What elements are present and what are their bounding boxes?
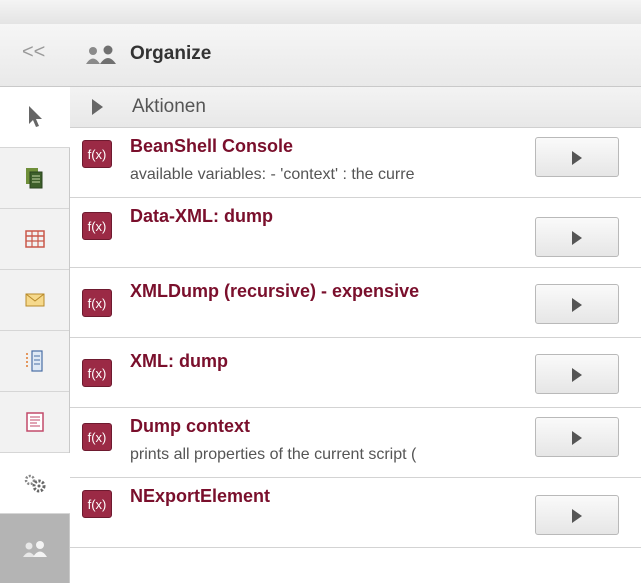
play-icon xyxy=(572,231,582,245)
expand-arrow-icon xyxy=(92,99,103,115)
documents-icon xyxy=(25,168,42,189)
run-action-button[interactable] xyxy=(535,354,619,394)
sidebar-tab-table[interactable] xyxy=(0,209,69,270)
play-icon xyxy=(572,151,582,165)
action-row: f(x) BeanShell Console available variabl… xyxy=(70,128,641,198)
sidebar-tab-form[interactable] xyxy=(0,331,69,392)
organize-icon xyxy=(86,45,116,64)
actions-section-header[interactable]: Aktionen xyxy=(70,87,641,128)
sidebar-tab-report[interactable] xyxy=(0,392,69,453)
run-action-button[interactable] xyxy=(535,417,619,457)
collapse-button[interactable]: << xyxy=(22,41,45,64)
panel-title: Organize xyxy=(130,43,212,64)
report-icon xyxy=(25,412,44,432)
action-title: BeanShell Console xyxy=(130,136,294,156)
run-action-button[interactable] xyxy=(535,495,619,535)
function-icon: f(x) xyxy=(82,140,112,168)
action-row: f(x) XMLDump (recursive) - expensive xyxy=(70,268,641,338)
play-icon xyxy=(572,509,582,523)
sidebar-tab-documents[interactable] xyxy=(0,148,69,209)
action-row: f(x) Dump context prints all properties … xyxy=(70,408,641,478)
run-action-button[interactable] xyxy=(535,284,619,324)
actions-panel: Aktionen f(x) BeanShell Console availabl… xyxy=(70,87,641,583)
action-title: NExportElement xyxy=(130,486,271,506)
play-icon xyxy=(572,368,582,382)
action-title: Data-XML: dump xyxy=(130,206,273,226)
run-action-button[interactable] xyxy=(535,217,619,257)
top-bar xyxy=(0,0,641,25)
action-title: XML: dump xyxy=(130,351,228,371)
action-title: Dump context xyxy=(130,416,251,436)
cursor-icon xyxy=(29,106,42,127)
form-icon xyxy=(25,350,43,372)
panel-header: << Organize xyxy=(0,24,641,87)
sidebar-tab-select[interactable] xyxy=(0,87,70,148)
function-icon: f(x) xyxy=(82,289,112,317)
gears-icon xyxy=(24,474,46,493)
function-icon: f(x) xyxy=(82,490,112,518)
users-icon xyxy=(22,540,47,557)
action-row: f(x) XML: dump xyxy=(70,338,641,408)
function-icon: f(x) xyxy=(82,359,112,387)
action-title: XMLDump (recursive) - expensive xyxy=(130,281,420,301)
sidebar-tab-settings[interactable] xyxy=(0,453,70,514)
sidebar-tab-mail[interactable] xyxy=(0,270,69,331)
section-label: Aktionen xyxy=(132,96,206,117)
table-icon xyxy=(24,230,45,248)
action-row: f(x) NExportElement xyxy=(70,478,641,548)
sidebar-tab-organize[interactable] xyxy=(0,514,69,583)
action-description: available variables: - 'context' : the c… xyxy=(130,166,415,183)
action-description: prints all properties of the current scr… xyxy=(130,446,417,463)
action-row: f(x) Data-XML: dump xyxy=(70,198,641,268)
play-icon xyxy=(572,431,582,445)
function-icon: f(x) xyxy=(82,212,112,240)
sidebar xyxy=(0,87,70,583)
run-action-button[interactable] xyxy=(535,137,619,177)
envelope-icon xyxy=(25,293,44,307)
play-icon xyxy=(572,298,582,312)
function-icon: f(x) xyxy=(82,423,112,451)
